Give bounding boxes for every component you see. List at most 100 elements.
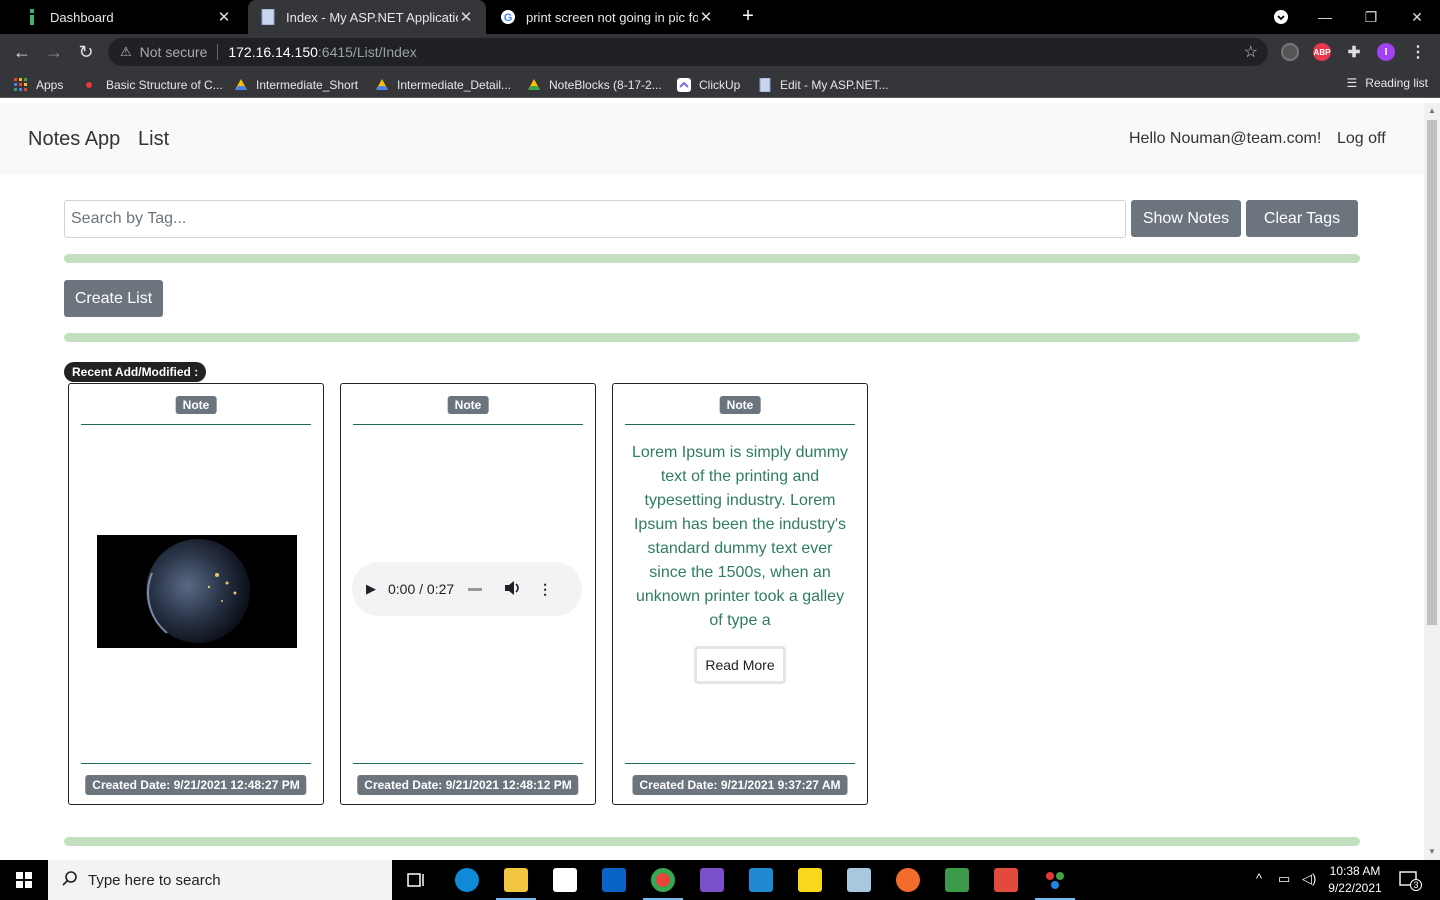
reading-list-icon: ☰ (1346, 76, 1358, 90)
clock-time: 10:38 AM (1329, 864, 1381, 878)
back-icon[interactable]: ← (10, 40, 34, 64)
close-tab-icon[interactable]: ✕ (698, 8, 714, 26)
bookmark-label: Intermediate_Short (256, 78, 359, 92)
extension-globe-icon[interactable] (1281, 43, 1299, 61)
page-favicon-icon (260, 9, 276, 25)
app-dots-icon[interactable] (1043, 868, 1067, 892)
note-card[interactable]: Note Lorem Ipsum is simply dummy text of… (612, 383, 868, 805)
note-type-badge: Note (175, 396, 217, 414)
note-card[interactable]: Note Created Date: 9/21/2021 12:48:27 PM (68, 383, 324, 805)
show-notes-button[interactable]: Show Notes (1131, 200, 1241, 237)
scroll-down-icon[interactable]: ▼ (1424, 844, 1440, 860)
sticky-notes-icon[interactable] (798, 868, 822, 892)
note-image-earth (97, 535, 297, 648)
visual-studio-icon[interactable] (700, 868, 724, 892)
section-divider (64, 333, 1360, 342)
clickup-icon (677, 78, 691, 92)
audio-player[interactable]: ▶ 0:00 / 0:27 ⋮ (352, 562, 582, 616)
browser-menu-icon[interactable]: ⋮ (1409, 43, 1427, 61)
bookmark-label: Edit - My ASP.NET... (780, 78, 889, 92)
read-more-button[interactable]: Read More (694, 646, 786, 684)
close-tab-icon[interactable]: ✕ (458, 8, 474, 26)
section-divider (64, 254, 1360, 263)
windows-start-icon[interactable] (0, 860, 48, 900)
adblock-plus-icon[interactable]: ABP (1313, 43, 1331, 61)
url-host: 172.16.14.150 (228, 44, 318, 60)
task-view-icon[interactable] (405, 868, 429, 892)
brand-link[interactable]: Notes App (28, 128, 120, 151)
note-type-badge: Note (719, 396, 761, 414)
bookmark-edit-aspnet[interactable]: Edit - My ASP.NET... (758, 76, 888, 94)
bookmark-apps[interactable]: Apps (14, 76, 63, 94)
bookmark-intermediate-short[interactable]: Intermediate_Short (234, 76, 358, 94)
section-divider (64, 837, 1360, 846)
clear-tags-button[interactable]: Clear Tags (1246, 200, 1358, 237)
bookmark-label: ClickUp (699, 78, 741, 92)
bookmark-label: Basic Structure of C... (106, 78, 223, 92)
app-navbar: Notes App List Hello Nouman@team.com! Lo… (0, 103, 1424, 175)
reload-icon[interactable]: ↻ (74, 40, 98, 64)
edge-browser-icon[interactable] (455, 868, 479, 892)
recent-modified-badge: Recent Add/Modified : (64, 362, 207, 382)
page-favicon-icon (758, 77, 772, 93)
minimize-button[interactable]: — (1302, 0, 1348, 34)
system-clock[interactable]: 10:38 AM 9/22/2021 (1322, 863, 1388, 897)
create-list-button[interactable]: Create List (64, 280, 163, 317)
reading-list-button[interactable]: ☰ Reading list (1347, 76, 1428, 90)
notification-center-icon[interactable]: 3 (1398, 869, 1422, 891)
security-label: Not secure (139, 44, 208, 60)
vscode-icon[interactable] (749, 868, 773, 892)
network-icon[interactable]: ▭ (1278, 871, 1290, 887)
page-scrollbar[interactable]: ▲ ▼ (1424, 103, 1440, 860)
apps-grid-icon (14, 78, 28, 92)
restore-button[interactable]: ❐ (1348, 0, 1394, 34)
bookmark-basic-structure[interactable]: Basic Structure of C... (84, 76, 223, 94)
forward-icon[interactable]: → (42, 40, 66, 64)
bookmark-noteblocks[interactable]: NoteBlocks (8-17-2... (527, 76, 662, 94)
audio-time: 0:00 / 0:27 (388, 581, 455, 597)
nav-list-link[interactable]: List (138, 128, 169, 151)
logoff-link[interactable]: Log off (1337, 130, 1386, 148)
card-divider (353, 763, 583, 764)
taskbar-search-box[interactable]: Type here to search (48, 860, 392, 900)
note-card[interactable]: Note ▶ 0:00 / 0:27 ⋮ Created Date: 9/21/… (340, 383, 596, 805)
anydesk-icon[interactable] (994, 868, 1018, 892)
bookmark-star-icon[interactable]: ☆ (1244, 42, 1258, 62)
bookmark-clickup[interactable]: ClickUp (677, 76, 740, 94)
new-tab-button[interactable]: + (738, 6, 758, 26)
browser-tab-strip: Dashboard ✕ Index - My ASP.NET Applicati… (0, 0, 1440, 34)
chrome-icon[interactable] (651, 868, 675, 892)
audio-progress-track[interactable] (468, 587, 483, 591)
address-bar[interactable]: ⚠ Not secure 172.16.14.150:6415/List/Ind… (108, 38, 1268, 66)
notepad-icon[interactable] (847, 868, 871, 892)
tab-google-search[interactable]: G print screen not going in pic fold ✕ (488, 0, 726, 34)
bookmark-intermediate-detail[interactable]: Intermediate_Detail... (375, 76, 511, 94)
outlook-icon[interactable] (602, 868, 626, 892)
card-divider (81, 424, 311, 425)
file-explorer-icon[interactable] (504, 868, 528, 892)
created-date-badge: Created Date: 9/21/2021 12:48:12 PM (357, 775, 579, 795)
excel-tool-icon[interactable] (945, 868, 969, 892)
more-options-icon[interactable]: ⋮ (538, 581, 552, 598)
microsoft-store-icon[interactable] (553, 868, 577, 892)
postman-icon[interactable] (896, 868, 920, 892)
extensions-puzzle-icon[interactable]: ✚ (1345, 43, 1363, 61)
close-window-button[interactable]: ✕ (1394, 0, 1440, 34)
google-drive-icon (375, 78, 389, 92)
page-viewport: Notes App List Hello Nouman@team.com! Lo… (0, 103, 1424, 860)
close-tab-icon[interactable]: ✕ (216, 8, 232, 26)
volume-icon[interactable] (504, 580, 522, 599)
user-greeting-link[interactable]: Hello Nouman@team.com! (1129, 130, 1321, 148)
show-hidden-icons-icon[interactable]: ^ (1256, 871, 1262, 886)
browser-toolbar: ← → ↻ ⚠ Not secure 172.16.14.150:6415/Li… (0, 34, 1440, 70)
scroll-up-icon[interactable]: ▲ (1424, 103, 1440, 119)
tab-search-icon[interactable] (1258, 0, 1304, 34)
tab-dashboard[interactable]: Dashboard ✕ (12, 0, 244, 34)
tab-index[interactable]: Index - My ASP.NET Application ✕ (248, 0, 486, 34)
scrollbar-thumb[interactable] (1427, 120, 1437, 625)
created-date-badge: Created Date: 9/21/2021 9:37:27 AM (632, 775, 848, 795)
volume-tray-icon[interactable]: ◁) (1302, 871, 1316, 887)
profile-avatar[interactable]: I (1377, 43, 1395, 61)
tag-search-input[interactable] (64, 200, 1126, 238)
play-icon[interactable]: ▶ (366, 581, 376, 597)
